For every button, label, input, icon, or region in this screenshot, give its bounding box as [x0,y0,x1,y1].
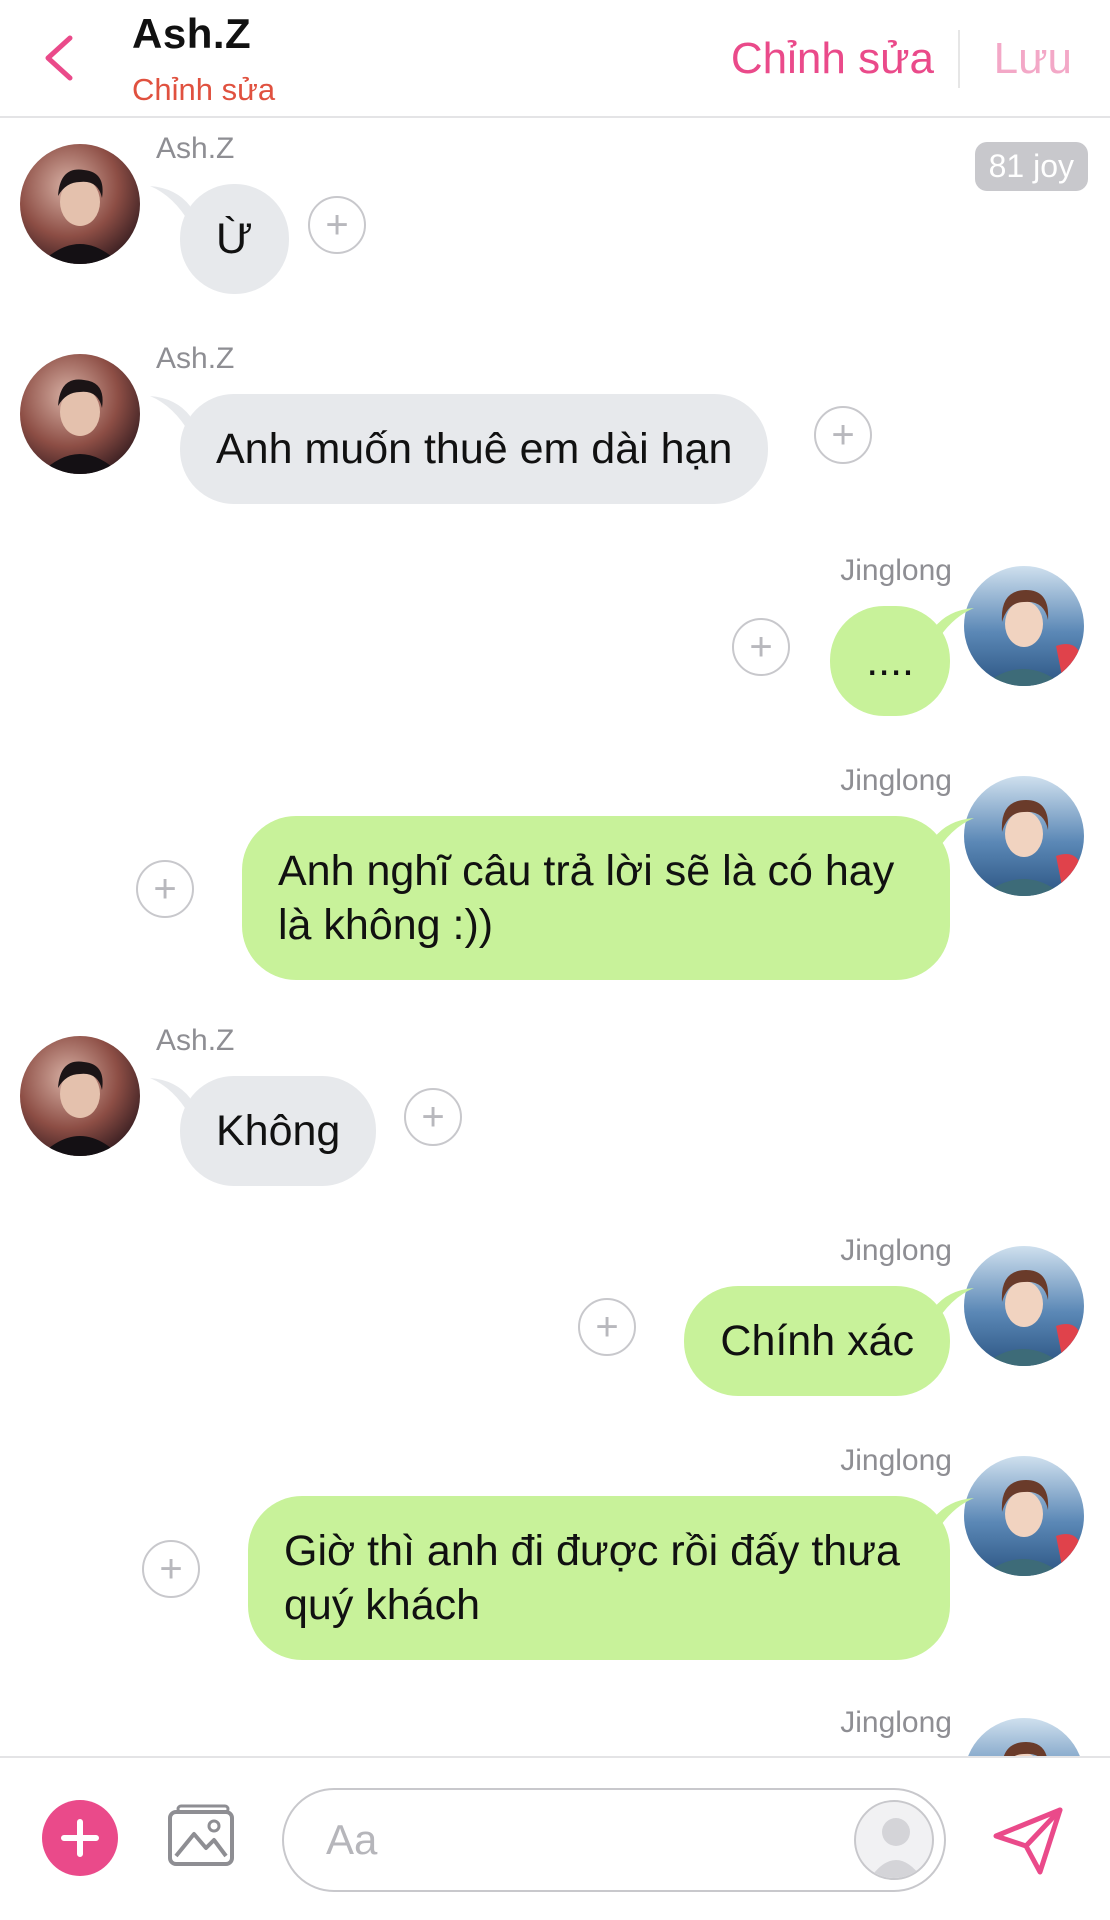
plus-icon: + [831,413,855,457]
sender-name: Jinglong [840,764,952,797]
avatar-ash-z[interactable] [20,354,140,474]
avatar-jinglong[interactable] [964,1246,1084,1366]
sender-name: Jinglong [840,1706,952,1739]
avatar-jinglong[interactable] [964,1718,1084,1756]
message-bubble-outgoing[interactable]: Anh nghĩ câu trả lời sẽ là có hay là khô… [242,816,950,980]
message-bubble-outgoing[interactable]: Chính xác [684,1286,950,1396]
message-input[interactable]: Aa [282,1788,946,1892]
plus-icon: + [749,625,773,669]
avatar-jinglong[interactable] [964,776,1084,896]
joy-count-badge: 81 joy [974,142,1088,191]
message-bubble-outgoing[interactable]: .... [830,606,950,716]
message-bubble-incoming[interactable]: Ừ [180,184,289,294]
back-chevron-icon[interactable] [36,30,86,86]
plus-icon: + [159,1547,183,1591]
character-select-avatar[interactable] [854,1800,934,1880]
plus-icon [61,1819,99,1857]
message-input-placeholder: Aa [326,1816,378,1863]
avatar-ash-z[interactable] [20,1036,140,1156]
plus-icon: + [153,867,177,911]
plus-icon: + [421,1095,445,1139]
chat-title: Ash.Z [132,10,252,57]
message-list[interactable]: 81 joy Ash.Z Ừ + Ash.Z Anh muốn thuê em … [0,120,1110,1756]
add-reaction-button[interactable]: + [404,1088,462,1146]
chat-header: Ash.Z Chỉnh sửa Chỉnh sửa Lưu [0,0,1110,118]
composer-bar: Aa [0,1756,1110,1920]
header-divider [958,30,960,88]
avatar-jinglong[interactable] [964,566,1084,686]
send-icon[interactable] [990,1802,1066,1878]
sender-name: Jinglong [840,1234,952,1267]
sender-name: Ash.Z [156,132,235,165]
add-reaction-button[interactable]: + [578,1298,636,1356]
image-icon[interactable] [166,1802,236,1872]
sender-name: Jinglong [840,1444,952,1477]
add-reaction-button[interactable]: + [732,618,790,676]
plus-icon: + [325,203,349,247]
sender-name: Jinglong [840,554,952,587]
avatar-jinglong[interactable] [964,1456,1084,1576]
message-bubble-outgoing[interactable]: Giờ thì anh đi được rồi đấy thưa quý khá… [248,1496,950,1660]
message-bubble-incoming[interactable]: Anh muốn thuê em dài hạn [180,394,769,504]
save-button[interactable]: Lưu [994,34,1072,84]
person-icon [870,1818,922,1878]
add-reaction-button[interactable]: + [136,860,194,918]
message-bubble-incoming[interactable]: Không [180,1076,377,1186]
avatar-ash-z[interactable] [20,144,140,264]
plus-icon: + [595,1305,619,1349]
add-reaction-button[interactable]: + [308,196,366,254]
sender-name: Ash.Z [156,342,235,375]
sender-name: Ash.Z [156,1024,235,1057]
add-reaction-button[interactable]: + [142,1540,200,1598]
chat-subtitle[interactable]: Chỉnh sửa [132,72,275,108]
add-attachment-button[interactable] [42,1800,118,1876]
edit-button[interactable]: Chỉnh sửa [731,34,934,84]
add-reaction-button[interactable]: + [814,406,872,464]
